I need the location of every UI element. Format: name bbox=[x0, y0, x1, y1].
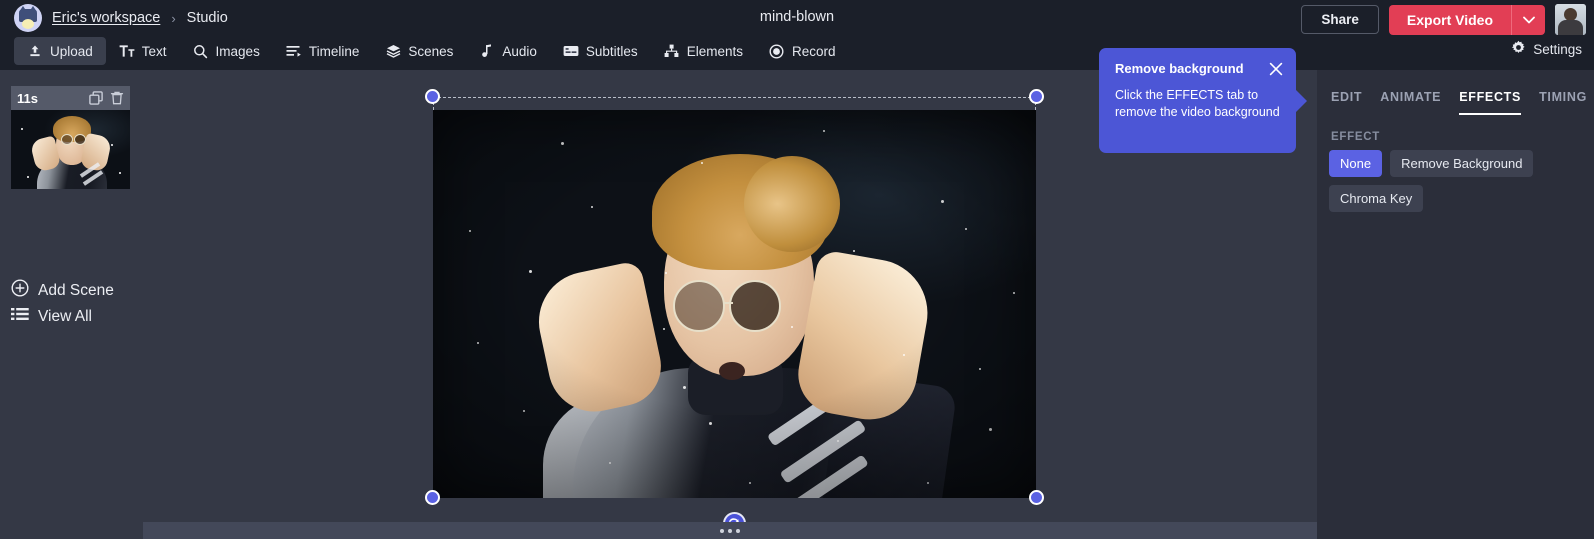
nav-item-label: Text bbox=[141, 43, 167, 59]
gear-icon bbox=[1511, 40, 1526, 58]
close-icon[interactable] bbox=[1268, 61, 1284, 77]
nav-item-subtitles[interactable]: Subtitles bbox=[550, 37, 651, 65]
resize-handle-top-left[interactable] bbox=[425, 89, 440, 104]
workspace-link[interactable]: Eric's workspace bbox=[52, 10, 160, 26]
subtitles-icon bbox=[563, 43, 579, 59]
effect-option-remove-background[interactable]: Remove Background bbox=[1390, 150, 1534, 177]
scene-thumbnail[interactable] bbox=[11, 110, 130, 189]
elements-icon bbox=[664, 43, 680, 59]
avatar[interactable] bbox=[1555, 4, 1586, 35]
workspace-cat-logo bbox=[14, 4, 42, 32]
properties-tabs: EDIT ANIMATE EFFECTS TIMING bbox=[1317, 70, 1594, 115]
copy-icon[interactable] bbox=[89, 91, 103, 105]
nav-item-label: Audio bbox=[502, 43, 537, 59]
layers-icon bbox=[385, 43, 401, 59]
resize-handle-bottom-right[interactable] bbox=[1029, 490, 1044, 505]
search-icon bbox=[193, 43, 209, 59]
selected-media-element[interactable] bbox=[425, 89, 1044, 535]
settings-button[interactable]: Settings bbox=[1511, 40, 1582, 58]
tab-edit[interactable]: EDIT bbox=[1331, 90, 1362, 115]
nav-item-label: Scenes bbox=[408, 43, 454, 59]
effect-option-none[interactable]: None bbox=[1329, 150, 1383, 177]
tab-effects[interactable]: EFFECTS bbox=[1459, 90, 1522, 115]
view-all-label: View All bbox=[38, 307, 92, 325]
tooltip-arrow bbox=[1295, 89, 1307, 113]
tooltip-body: Click the EFFECTS tab to remove the vide… bbox=[1115, 88, 1280, 119]
add-scene-button[interactable]: Add Scene bbox=[11, 279, 114, 302]
top-bar: Eric's workspace › Studio mind-blown Sha… bbox=[0, 0, 1594, 70]
breadcrumb-separator: › bbox=[171, 10, 176, 26]
top-bar-actions: Share Export Video bbox=[1301, 4, 1586, 35]
resize-handle-top-right[interactable] bbox=[1029, 89, 1044, 104]
view-all-button[interactable]: View All bbox=[11, 307, 92, 326]
nav-item-text[interactable]: Text bbox=[106, 37, 180, 65]
top-bar-row-primary: Eric's workspace › Studio mind-blown Sha… bbox=[0, 0, 1594, 37]
settings-label: Settings bbox=[1533, 41, 1582, 57]
drag-dots-icon bbox=[720, 528, 740, 533]
video-preview[interactable] bbox=[433, 110, 1036, 498]
nav-item-audio[interactable]: Audio bbox=[466, 37, 550, 65]
nav-item-elements[interactable]: Elements bbox=[651, 37, 756, 65]
nav-item-label: Images bbox=[215, 43, 260, 59]
share-button[interactable]: Share bbox=[1301, 5, 1379, 34]
scene-duration: 11s bbox=[17, 90, 38, 106]
export-video-button[interactable]: Export Video bbox=[1388, 4, 1511, 35]
tooltip-title: Remove background bbox=[1115, 61, 1244, 76]
nav-item-label: Elements bbox=[686, 43, 743, 59]
nav-item-label: Record bbox=[791, 43, 836, 59]
nav-item-timeline[interactable]: Timeline bbox=[273, 37, 373, 65]
export-video-group: Export Video bbox=[1388, 4, 1545, 35]
record-icon bbox=[769, 43, 785, 59]
resize-handle-bottom-left[interactable] bbox=[425, 490, 440, 505]
nav-item-label: Subtitles bbox=[585, 43, 638, 59]
add-scene-label: Add Scene bbox=[38, 281, 114, 299]
nav-item-label: Timeline bbox=[308, 43, 360, 59]
breadcrumb-section: Studio bbox=[186, 10, 228, 26]
effect-option-chroma-key[interactable]: Chroma Key bbox=[1329, 185, 1424, 212]
timeline-resize-grip[interactable] bbox=[143, 522, 1317, 539]
scenes-sidebar: 11s Add Scene View All bbox=[0, 70, 143, 539]
video-vignette bbox=[433, 110, 1036, 498]
text-icon bbox=[119, 43, 135, 59]
tab-timing[interactable]: TIMING bbox=[1539, 90, 1587, 115]
timeline-icon bbox=[286, 43, 302, 59]
main-nav: Upload Text Images Timeline Scenes Audio… bbox=[14, 37, 849, 65]
properties-panel: EDIT ANIMATE EFFECTS TIMING EFFECT None … bbox=[1317, 70, 1594, 539]
music-note-icon bbox=[479, 43, 495, 59]
tab-animate[interactable]: ANIMATE bbox=[1380, 90, 1441, 115]
list-icon bbox=[11, 307, 29, 326]
app-root: Eric's workspace › Studio mind-blown Sha… bbox=[0, 0, 1594, 539]
nav-item-images[interactable]: Images bbox=[180, 37, 273, 65]
nav-item-label: Upload bbox=[50, 43, 93, 59]
breadcrumb: Eric's workspace › Studio bbox=[14, 4, 228, 32]
upload-icon bbox=[27, 43, 43, 59]
effect-section-label: EFFECT bbox=[1331, 131, 1380, 143]
nav-item-upload[interactable]: Upload bbox=[14, 37, 106, 65]
scene-card[interactable]: 11s bbox=[11, 86, 130, 189]
onboarding-tooltip: Remove background Click the EFFECTS tab … bbox=[1099, 48, 1307, 153]
plus-circle-icon bbox=[11, 279, 29, 302]
chevron-down-icon[interactable] bbox=[1511, 4, 1545, 35]
scene-card-header: 11s bbox=[11, 86, 130, 110]
nav-item-scenes[interactable]: Scenes bbox=[372, 37, 466, 65]
top-bar-row-nav: Upload Text Images Timeline Scenes Audio… bbox=[0, 37, 1594, 70]
nav-item-record[interactable]: Record bbox=[756, 37, 849, 65]
trash-icon[interactable] bbox=[110, 91, 124, 105]
effect-options: None Remove Background Chroma Key bbox=[1317, 150, 1594, 212]
